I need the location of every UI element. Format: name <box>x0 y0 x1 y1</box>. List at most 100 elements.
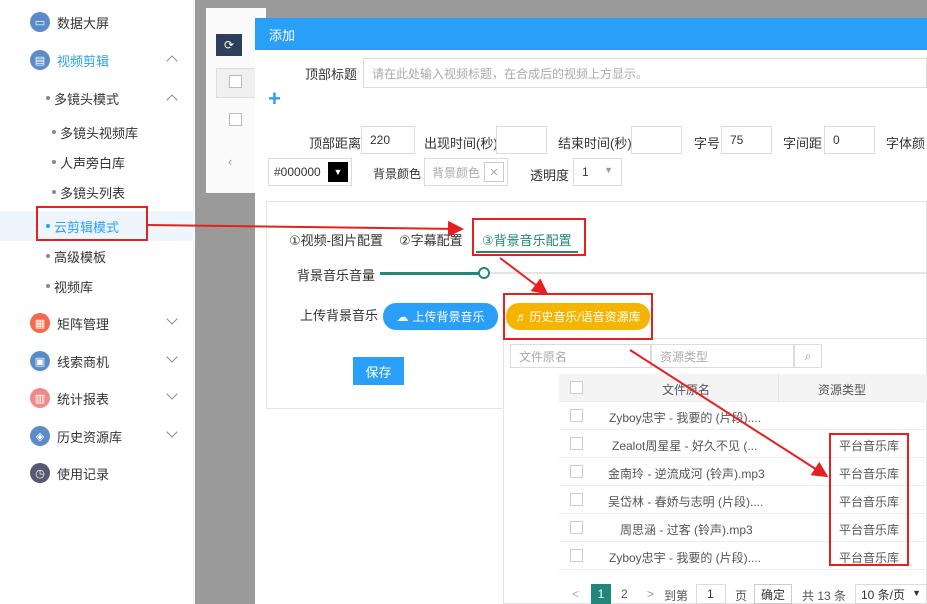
cell-filename: 金南玲 - 逆流成河 (铃声).mp3 <box>608 467 765 481</box>
page-1-button[interactable]: 1 <box>591 584 611 604</box>
layers-icon: ◈ <box>30 426 50 446</box>
letter-spacing-input[interactable]: 0 <box>824 126 875 154</box>
bullet-icon <box>46 284 50 288</box>
chevron-up-icon <box>166 55 178 67</box>
volume-slider-track[interactable] <box>380 272 927 275</box>
highlight-box-bgm-tab <box>472 218 586 256</box>
opacity-select[interactable]: 1 ▼ <box>573 158 622 186</box>
highlight-box-history-button <box>503 293 653 340</box>
bg-color-placeholder: 背景颜色 <box>432 165 481 180</box>
checkbox-bg <box>229 75 242 88</box>
cell-filename: 周思涵 - 过客 (铃声).mp3 <box>620 523 753 537</box>
sidebar-item-label: 矩阵管理 <box>57 316 110 332</box>
cell-filename: Zyboy忠宇 - 我要的 (片段).... <box>609 411 762 425</box>
sidebar-item-history[interactable]: ◈ 历史资源库 <box>0 419 194 453</box>
sidebar-item-label: 多镜头列表 <box>60 185 126 201</box>
end-time-input[interactable] <box>631 126 682 154</box>
row-checkbox[interactable] <box>570 409 583 422</box>
type-search-input[interactable]: 资源类型 <box>651 344 794 368</box>
sidebar: ▭ 数据大屏 ▤ 视频剪辑 多镜头模式 多镜头视频库 人声旁白库 多镜头列表 云… <box>0 0 194 604</box>
sidebar-item-label: 人声旁白库 <box>60 155 126 171</box>
row-checkbox[interactable] <box>570 521 583 534</box>
page-unit-label: 页 <box>735 589 748 603</box>
top-title-placeholder: 请在此处输入视频标题，在合成后的视频上方显示。 <box>372 66 649 81</box>
tab-video-image[interactable]: ①视频-图片配置 <box>289 230 383 249</box>
top-distance-input[interactable]: 220 <box>361 126 415 154</box>
clock-icon: ◷ <box>30 463 50 483</box>
sidebar-item-multi-camera-list[interactable]: 多镜头列表 <box>0 177 194 207</box>
font-size-value: 75 <box>730 133 744 147</box>
sidebar-item-label: 使用记录 <box>57 466 110 482</box>
color-swatch: ▼ <box>328 162 348 182</box>
plus-icon[interactable]: + <box>268 86 281 112</box>
sidebar-item-label: 数据大屏 <box>57 15 110 31</box>
per-page-value: 10 条/页 <box>861 587 906 602</box>
chevron-down-icon <box>166 351 178 363</box>
bullet-icon <box>52 160 56 164</box>
highlight-box-cloud-edit <box>36 206 148 241</box>
goto-label: 到第 <box>664 589 689 603</box>
prev-arrow-bg: ‹ <box>228 154 233 169</box>
video-edit-icon: ▤ <box>30 50 50 70</box>
sidebar-item-video-library[interactable]: 视频库 <box>0 271 194 301</box>
appear-time-label: 出现时间(秒) <box>424 136 498 151</box>
sidebar-item-leads[interactable]: ▣ 线索商机 <box>0 344 194 378</box>
volume-slider-handle[interactable] <box>478 267 490 279</box>
cell-filename: 吴岱林 - 春娇与志明 (片段).... <box>608 495 764 509</box>
next-page-button[interactable]: > <box>647 587 654 601</box>
column-header-filename: 文件原名 <box>662 383 711 397</box>
bar-chart-icon: ▥ <box>30 388 50 408</box>
sidebar-item-matrix[interactable]: ▦ 矩阵管理 <box>0 306 194 340</box>
bullet-icon <box>46 96 50 100</box>
goto-confirm-button[interactable]: 确定 <box>754 584 792 604</box>
save-button[interactable]: 保存 <box>353 357 404 385</box>
sidebar-item-reports[interactable]: ▥ 统计报表 <box>0 381 194 415</box>
tab-subtitle[interactable]: ②字幕配置 <box>399 230 463 249</box>
column-header-type: 资源类型 <box>818 383 867 397</box>
goto-page-input[interactable]: 1 <box>696 584 726 604</box>
row-checkbox[interactable] <box>570 465 583 478</box>
row-checkbox[interactable] <box>570 437 583 450</box>
per-page-select[interactable]: 10 条/页 ▼ <box>855 584 927 604</box>
sidebar-item-label: 统计报表 <box>57 391 110 407</box>
opacity-label: 透明度 <box>530 168 570 183</box>
page-2-button[interactable]: 2 <box>621 587 628 601</box>
type-search-placeholder: 资源类型 <box>660 349 709 364</box>
row-checkbox[interactable] <box>570 493 583 506</box>
sidebar-item-multi-camera-library[interactable]: 多镜头视频库 <box>0 117 194 147</box>
upload-bgm-button[interactable]: ☁ 上传背景音乐 <box>383 303 498 330</box>
appear-time-input[interactable] <box>496 126 547 154</box>
column-divider <box>778 374 779 402</box>
search-button[interactable]: ⌕ <box>794 344 822 368</box>
sidebar-item-advanced-template[interactable]: 高级模板 <box>0 241 194 271</box>
bullet-icon <box>52 190 56 194</box>
sidebar-item-usage-log[interactable]: ◷ 使用记录 <box>0 456 194 490</box>
chevron-down-icon <box>166 426 178 438</box>
sidebar-item-label: 历史资源库 <box>57 429 123 445</box>
row-checkbox[interactable] <box>570 549 583 562</box>
dialog-header: 添加 <box>255 18 927 50</box>
letter-spacing-label: 字间距 <box>783 136 823 151</box>
grid-icon: ▦ <box>30 313 50 333</box>
bg-color-picker[interactable]: 背景颜色 ✕ <box>424 158 508 186</box>
table-row[interactable]: Zyboy忠宇 - 我要的 (片段).... <box>559 402 927 430</box>
volume-label: 背景音乐音量 <box>297 268 376 283</box>
sidebar-item-video-edit[interactable]: ▤ 视频剪辑 <box>0 43 194 77</box>
font-color-picker[interactable]: #000000 ▼ <box>268 158 352 186</box>
prev-page-button[interactable]: < <box>572 587 579 601</box>
chevron-down-icon <box>166 388 178 400</box>
search-icon: ⌕ <box>804 348 812 363</box>
sidebar-item-voiceover-library[interactable]: 人声旁白库 <box>0 147 194 177</box>
sidebar-item-dashboard[interactable]: ▭ 数据大屏 <box>0 5 194 39</box>
top-title-input[interactable]: 请在此处输入视频标题，在合成后的视频上方显示。 <box>363 58 927 88</box>
filename-search-input[interactable]: 文件原名 <box>510 344 651 368</box>
bg-color-label: 背景颜色 <box>373 167 422 181</box>
font-size-input[interactable]: 75 <box>721 126 772 154</box>
sidebar-item-label: 视频剪辑 <box>57 53 110 69</box>
clear-icon[interactable]: ✕ <box>484 162 504 182</box>
page-1-label: 1 <box>597 587 605 601</box>
select-all-checkbox[interactable] <box>570 381 583 394</box>
sidebar-item-multi-camera[interactable]: 多镜头模式 <box>0 83 194 113</box>
chevron-down-icon: ▼ <box>912 588 921 598</box>
chevron-down-icon: ▼ <box>604 165 613 175</box>
